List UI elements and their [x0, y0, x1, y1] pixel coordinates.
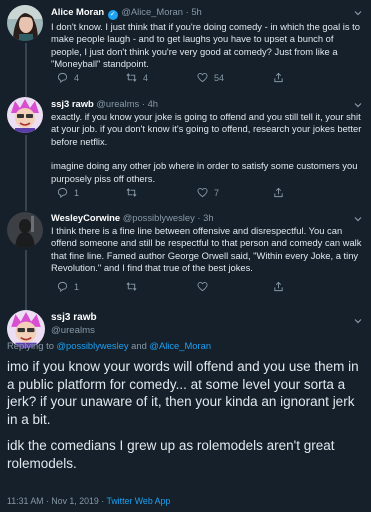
focused-tweet-text: idk the comedians I grew up as rolemodel…	[7, 438, 335, 471]
thread-line	[25, 206, 27, 211]
focused-tweet-text: imo if you know your words will offend a…	[7, 359, 359, 427]
tweet-header: WesleyCorwine @possiblywesley · 3h	[51, 212, 363, 224]
tweet-header: Alice Moran ✓ @Alice_Moran · 5h	[51, 6, 363, 20]
reply-count: 4	[74, 72, 80, 83]
retweet-button[interactable]: 4	[126, 72, 148, 83]
tweet-time[interactable]: 3h	[203, 212, 213, 223]
tweet-alice-moran[interactable]: Alice Moran ✓ @Alice_Moran · 5h I don't …	[0, 0, 371, 95]
thread-line	[25, 43, 27, 95]
chevron-down-icon[interactable]	[353, 100, 363, 110]
like-count: 7	[214, 187, 220, 198]
replying-to-and: and	[128, 340, 150, 351]
author-handle[interactable]: @Alice_Moran	[121, 6, 183, 17]
tweet-wesleycorwine[interactable]: WesleyCorwine @possiblywesley · 3h I thi…	[0, 206, 371, 306]
retweet-icon	[126, 73, 137, 82]
retweet-icon	[126, 188, 137, 197]
timestamp[interactable]: 11:31 AM · Nov 1, 2019 ·	[7, 496, 106, 506]
chevron-down-icon[interactable]	[353, 8, 363, 18]
author-name[interactable]: Alice Moran	[51, 6, 104, 17]
share-icon	[274, 281, 283, 292]
reply-icon	[57, 187, 68, 198]
separator: ·	[197, 212, 201, 223]
like-button[interactable]	[197, 281, 214, 292]
avatar-wesleycorwine[interactable]	[7, 212, 43, 248]
author-name[interactable]: ssj3 rawb	[51, 312, 97, 323]
tweet-metadata: 11:31 AM · Nov 1, 2019 · Twitter Web App	[7, 496, 170, 506]
tweet-actions: 4 4 54	[51, 72, 363, 86]
separator: ·	[141, 98, 145, 109]
reply-icon	[57, 281, 68, 292]
source-link[interactable]: Twitter Web App	[106, 496, 170, 506]
verified-badge-icon: ✓	[107, 10, 118, 20]
like-count: 54	[214, 72, 225, 83]
separator: ·	[185, 6, 189, 17]
retweet-button[interactable]	[126, 187, 143, 198]
reply-button[interactable]: 1	[57, 187, 79, 198]
reply-icon	[57, 72, 68, 83]
like-icon	[197, 73, 208, 83]
author-handle[interactable]: @urealms	[96, 98, 139, 109]
reply-count: 1	[74, 281, 80, 292]
tweet-ssj3-rawb[interactable]: ssj3 rawb @urealms · 4h exactly. if you …	[0, 93, 371, 208]
thread-line	[25, 135, 27, 208]
tweet-actions: 1	[51, 281, 363, 295]
like-button[interactable]: 7	[197, 187, 219, 198]
like-button[interactable]: 54	[197, 72, 224, 83]
share-button[interactable]	[273, 72, 284, 83]
share-icon	[274, 72, 283, 83]
replying-to: Replying to @possiblywesley and @Alice_M…	[7, 340, 211, 351]
focused-tweet: ssj3 rawb @urealms Replying to @possibly…	[0, 304, 371, 512]
retweet-button[interactable]	[126, 281, 143, 292]
tweet-header: ssj3 rawb @urealms · 4h	[51, 98, 363, 110]
author-handle[interactable]: @possiblywesley	[123, 212, 195, 223]
reply-button[interactable]: 1	[57, 281, 79, 292]
share-button[interactable]	[273, 281, 284, 292]
tweet-actions: 1 7	[51, 187, 363, 201]
share-icon	[274, 187, 283, 198]
author-name[interactable]: WesleyCorwine	[51, 212, 120, 223]
share-button[interactable]	[273, 187, 284, 198]
reply-button[interactable]: 4	[57, 72, 79, 83]
mention-link[interactable]: @possiblywesley	[57, 340, 129, 351]
tweet-time[interactable]: 4h	[148, 98, 158, 109]
reply-count: 1	[74, 187, 80, 198]
tweet-text: I think there is a fine line between off…	[51, 225, 362, 274]
thread-line	[25, 250, 27, 306]
replying-to-label: Replying to	[7, 340, 57, 351]
tweet-time[interactable]: 5h	[191, 6, 201, 17]
avatar-ssj3-rawb[interactable]	[7, 97, 43, 133]
mention-link[interactable]: @Alice_Moran	[149, 340, 211, 351]
chevron-down-icon[interactable]	[353, 214, 363, 224]
author-handle[interactable]: @urealms	[51, 325, 97, 336]
avatar-alice-moran[interactable]	[7, 5, 43, 41]
tweet-text: I don't know. I just think that if you'r…	[51, 21, 360, 70]
author-name[interactable]: ssj3 rawb	[51, 98, 94, 109]
retweet-icon	[126, 282, 137, 291]
tweet-text: imagine doing any other job where in ord…	[51, 160, 358, 184]
like-icon	[197, 282, 208, 292]
chevron-down-icon[interactable]	[353, 316, 363, 326]
retweet-count: 4	[143, 72, 149, 83]
like-icon	[197, 188, 208, 198]
tweet-text: exactly. if you know your joke is going …	[51, 111, 362, 147]
